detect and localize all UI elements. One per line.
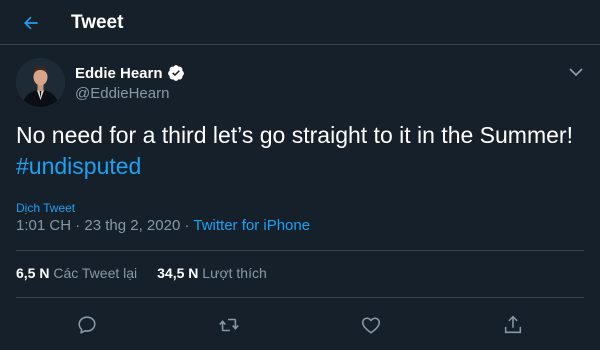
like-button[interactable] xyxy=(358,312,384,338)
share-icon xyxy=(504,315,522,334)
author-name: Eddie Hearn xyxy=(75,64,163,82)
heart-icon xyxy=(361,317,381,334)
divider xyxy=(16,250,584,251)
tweet-source-link[interactable]: Twitter for iPhone xyxy=(193,217,310,234)
likes-label: Lượt thích xyxy=(202,265,267,281)
tweet-stats: 6,5 N Các Tweet lại 34,5 N Lượt thích xyxy=(16,265,287,281)
author-name-row[interactable]: Eddie Hearn xyxy=(75,64,185,82)
likes-count: 34,5 N xyxy=(157,265,199,281)
more-options-button[interactable] xyxy=(566,64,586,80)
reply-button[interactable] xyxy=(74,312,100,338)
tweet-meta: 1:01 CH · 23 thg 2, 2020 · Twitter for i… xyxy=(16,217,310,234)
meta-separator: · xyxy=(180,217,194,234)
verified-badge-icon xyxy=(167,65,184,81)
avatar[interactable] xyxy=(16,58,65,107)
author-handle[interactable]: @EddieHearn xyxy=(75,85,169,102)
retweets-count: 6,5 N xyxy=(16,265,50,281)
retweets-label: Các Tweet lại xyxy=(53,265,138,281)
divider xyxy=(16,297,584,298)
tweet-time[interactable]: 1:01 CH xyxy=(16,217,71,234)
arrow-left-icon xyxy=(24,16,38,30)
tweet-date[interactable]: 23 thg 2, 2020 xyxy=(84,217,180,234)
retweets-stat[interactable]: 6,5 N Các Tweet lại xyxy=(16,265,137,281)
tweet-actions-bar xyxy=(0,306,600,344)
reply-icon xyxy=(78,316,96,334)
chevron-down-icon xyxy=(569,68,583,77)
translate-tweet-link[interactable]: Dịch Tweet xyxy=(16,201,75,215)
meta-separator: · xyxy=(71,217,85,234)
retweet-button[interactable] xyxy=(216,312,242,338)
share-button[interactable] xyxy=(500,312,526,338)
back-button[interactable] xyxy=(16,8,46,38)
tweet-text: No need for a third let’s go straight to… xyxy=(16,120,586,182)
header-bar: Tweet xyxy=(0,0,600,45)
retweet-icon xyxy=(219,318,239,332)
page-title: Tweet xyxy=(71,12,124,33)
hashtag-link[interactable]: #undisputed xyxy=(16,153,141,179)
avatar-image xyxy=(16,58,65,107)
likes-stat[interactable]: 34,5 N Lượt thích xyxy=(157,265,267,281)
tweet-body: No need for a third let’s go straight to… xyxy=(16,122,573,148)
